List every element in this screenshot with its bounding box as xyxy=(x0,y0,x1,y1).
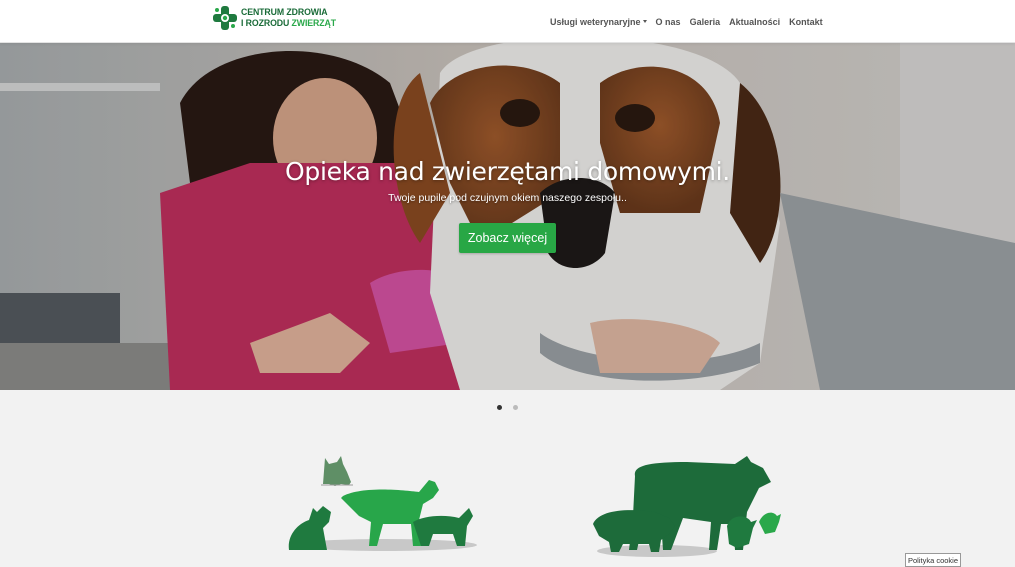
nav-services[interactable]: Usługi weterynaryjne xyxy=(550,17,647,27)
navbar: CENTRUM ZDROWIA I ROZRODU ZWIERZĄT Usług… xyxy=(0,0,1015,43)
hero-photo xyxy=(0,43,1015,390)
nav-news[interactable]: Aktualności xyxy=(729,17,780,27)
carousel-indicators xyxy=(497,405,518,410)
logo-line-2a: I ROZRODU xyxy=(241,18,292,29)
logo-text: CENTRUM ZDROWIA I ROZRODU ZWIERZĄT xyxy=(241,7,336,29)
nav-services-label: Usługi weterynaryjne xyxy=(550,17,641,27)
logo-cross-icon xyxy=(213,6,237,30)
cookie-policy-button[interactable]: Polityka cookie xyxy=(905,553,961,567)
logo-line-2b: ZWIERZĄT xyxy=(291,18,337,29)
carousel-dot-2[interactable] xyxy=(513,405,518,410)
logo-line-2: I ROZRODU ZWIERZĄT xyxy=(241,18,336,29)
pets-icon[interactable] xyxy=(283,450,479,560)
carousel-dot-1[interactable] xyxy=(497,405,502,410)
logo[interactable]: CENTRUM ZDROWIA I ROZRODU ZWIERZĄT xyxy=(212,5,344,31)
nav-about[interactable]: O nas xyxy=(656,17,681,27)
hero-title: Opieka nad zwierzętami domowymi. xyxy=(285,157,730,186)
see-more-button[interactable]: Zobacz więcej xyxy=(459,223,556,253)
caret-down-icon xyxy=(642,20,647,23)
main-nav: Usługi weterynaryjne O nas Galeria Aktua… xyxy=(550,17,823,27)
hero-carousel: Opieka nad zwierzętami domowymi. Twoje p… xyxy=(0,43,1015,390)
logo-line-1: CENTRUM ZDROWIA xyxy=(241,7,328,18)
nav-gallery[interactable]: Galeria xyxy=(690,17,721,27)
nav-contact[interactable]: Kontakt xyxy=(789,17,823,27)
farm-animals-icon[interactable] xyxy=(587,452,783,560)
hero-subtitle: Twoje pupile pod czujnym okiem naszego z… xyxy=(388,192,627,204)
